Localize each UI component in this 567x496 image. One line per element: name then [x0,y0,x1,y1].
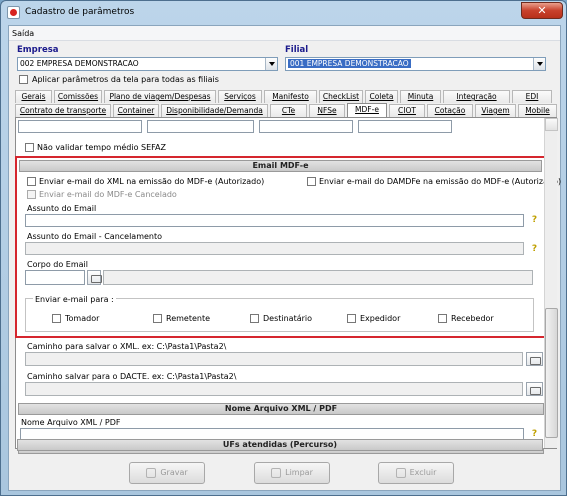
eraser-icon [271,467,282,478]
tab-row-2: Contrato de transporte Container Disponi… [12,103,557,117]
tab-checklist[interactable]: CheckList [319,90,363,103]
nome-arquivo-label: Nome Arquivo XML / PDF [21,418,121,427]
tab-coleta[interactable]: Coleta [365,90,398,103]
corpo-preview [103,270,533,285]
aplicar-label: Aplicar parâmetros da tela para todas as… [32,75,219,84]
mdfe-tab-page: Não validar tempo médio SEFAZ Email MDF-… [15,117,561,454]
corpo-label: Corpo do Email [27,260,88,269]
tab-plano-viagem[interactable]: Plano de viagem/Despesas [104,90,216,103]
main-window: Cadastro de parâmetros ✕ Saída Empresa 0… [0,0,567,496]
tab-servicos[interactable]: Serviços [218,90,262,103]
tab-container[interactable]: Container [113,104,159,117]
corpo-input[interactable] [25,270,85,285]
title-bar[interactable]: Cadastro de parâmetros ✕ [1,1,567,25]
check-icon [146,467,157,478]
gravar-button[interactable]: Gravar [129,462,205,484]
tab-contrato-transporte[interactable]: Contrato de transporte [15,104,111,117]
assunto-cancel-label: Assunto do Email - Cancelamento [27,232,163,241]
filial-value: 001 EMPRESA DEMONSTRACAO [288,59,411,68]
enviar-damdfe-checkbox[interactable] [307,177,316,186]
chevron-down-icon[interactable] [533,58,545,70]
tab-comissoes[interactable]: Comissões [54,90,102,103]
recebedor-checkbox[interactable] [438,314,447,323]
expedidor-checkbox[interactable] [347,314,356,323]
ufs-header: UFs atendidas (Percurso) [17,439,543,451]
chevron-down-icon[interactable] [265,58,277,70]
caminho-dacte-label: Caminho salvar para o DACTE. ex: C:\Past… [27,372,237,381]
enviar-damdfe-label: Enviar e-mail do DAMDFe na emissão do MD… [319,177,562,186]
tab-edi[interactable]: EDI [512,90,552,103]
tomador-label: Tomador [65,314,100,323]
enviar-xml-label: Enviar e-mail do XML na emissão do MDF-e… [39,177,265,186]
tab-integracao[interactable]: Integração [443,90,510,103]
window-title: Cadastro de parâmetros [25,7,135,17]
help-icon[interactable]: ? [529,215,540,226]
assunto-label: Assunto do Email [27,204,97,213]
assunto-cancel-input[interactable] [25,242,524,255]
tab-minuta[interactable]: Minuta [400,90,441,103]
recebedor-label: Recebedor [451,314,494,323]
editor-icon[interactable] [87,270,102,285]
aplicar-checkbox[interactable] [19,75,28,84]
limpar-button[interactable]: Limpar [254,462,330,484]
empresa-label: Empresa [17,45,59,55]
tab-gerais[interactable]: Gerais [15,90,52,103]
empresa-value: 002 EMPRESA DEMONSTRACAO [20,59,139,68]
mdfe-field-3[interactable] [259,120,353,133]
filial-label: Filial [285,45,309,55]
tab-nfse[interactable]: NFSe [309,104,345,117]
mdfe-field-4[interactable] [358,120,452,133]
empresa-select[interactable]: 002 EMPRESA DEMONSTRACAO [17,57,278,71]
nao-validar-checkbox[interactable] [25,143,34,152]
enviar-para-label: Enviar e-mail para : [33,295,116,304]
folder-icon[interactable] [526,382,543,396]
tab-disponibilidade[interactable]: Disponibilidade/Demanda [161,104,268,117]
menu-saida[interactable]: Saída [12,29,34,38]
excluir-button[interactable]: Excluir [378,462,454,484]
mdfe-field-1[interactable] [18,120,142,133]
tab-ciot[interactable]: CIOT [389,104,425,117]
tab-mobile[interactable]: Mobile [518,104,557,117]
scroll-up-button[interactable] [545,118,558,131]
nao-validar-label: Não validar tempo médio SEFAZ [37,143,166,152]
tab-manifesto[interactable]: Manifesto [264,90,317,103]
enviar-cancelado-label: Enviar e-mail do MDF-e Cancelado [39,190,177,199]
destinatario-checkbox[interactable] [250,314,259,323]
delete-icon [395,467,406,478]
limpar-label: Limpar [285,468,313,477]
destinatario-label: Destinatário [263,314,313,323]
tab-row-1: Gerais Comissões Plano de viagem/Despesa… [12,90,557,103]
enviar-xml-checkbox[interactable] [27,177,36,186]
folder-icon[interactable] [526,352,543,366]
app-icon [7,6,20,19]
gravar-label: Gravar [160,468,188,477]
client-area: Saída Empresa 002 EMPRESA DEMONSTRACAO F… [8,25,561,491]
tab-viagem[interactable]: Viagem [475,104,516,117]
tab-mdfe[interactable]: MDF-e [347,103,387,117]
menu-bar: Saída [9,26,560,41]
tab-cte[interactable]: CTe [270,104,307,117]
tab-cotacao[interactable]: Cotação [427,104,473,117]
enviar-cancelado-checkbox[interactable] [27,190,36,199]
caminho-dacte-input[interactable] [25,382,523,396]
vertical-scrollbar[interactable] [544,118,558,448]
email-mdfe-header: Email MDF-e [19,160,542,172]
assunto-input[interactable] [25,214,524,227]
nome-arquivo-header: Nome Arquivo XML / PDF [18,403,544,415]
mdfe-field-2[interactable] [147,120,254,133]
excluir-label: Excluir [409,468,437,477]
filial-select[interactable]: 001 EMPRESA DEMONSTRACAO [285,57,546,71]
help-icon[interactable]: ? [529,244,540,255]
remetente-checkbox[interactable] [153,314,162,323]
expedidor-label: Expedidor [360,314,401,323]
remetente-label: Remetente [166,314,211,323]
caminho-xml-input[interactable] [25,352,523,366]
close-button[interactable]: ✕ [521,2,563,19]
caminho-xml-label: Caminho para salvar o XML. ex: C:\Pasta1… [27,342,227,351]
scroll-thumb[interactable] [545,308,558,438]
tomador-checkbox[interactable] [52,314,61,323]
